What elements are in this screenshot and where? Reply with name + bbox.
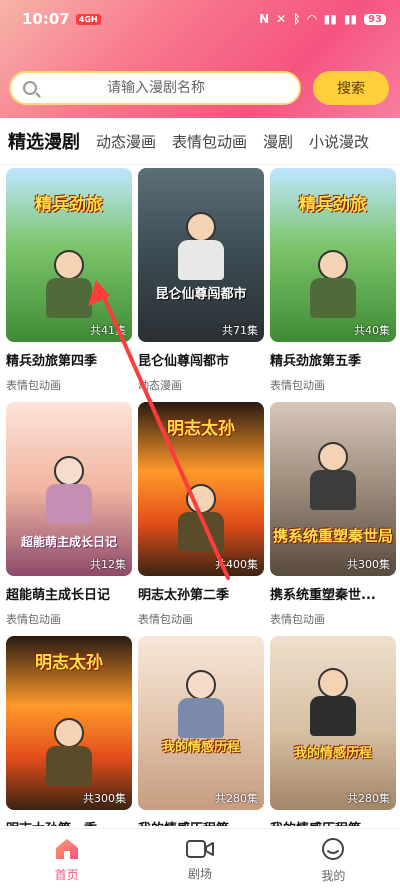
signal-icon: ▮▮ bbox=[323, 12, 337, 26]
drama-card[interactable]: 我的情感历程 共280集 我的情感历程第... bbox=[138, 636, 264, 826]
status-bar: 10:07 4GH N ✕ ᛒ ◠ ▮▮ ▮▮ 93 bbox=[0, 0, 400, 38]
drama-cover[interactable]: 明志太孙 共300集 bbox=[6, 636, 132, 810]
character-figure bbox=[310, 250, 356, 320]
drama-category: 表情包动画 bbox=[6, 613, 61, 626]
nav-label: 我的 bbox=[321, 868, 346, 883]
nfc-icon: N bbox=[259, 12, 270, 26]
cover-title: 昆仑仙尊闯都市 bbox=[155, 287, 247, 302]
drama-title: 超能萌主成长日记 bbox=[6, 588, 111, 603]
drama-grid: 精兵劲旅 共41集 精兵劲旅第四季 表情包动画 昆仑仙尊闯都市 共71集 昆仑仙… bbox=[4, 166, 398, 826]
character-figure bbox=[46, 250, 92, 320]
drama-title: 精兵劲旅第四季 bbox=[6, 354, 98, 369]
search-button[interactable]: 搜索 bbox=[313, 71, 389, 105]
episode-count: 共300集 bbox=[347, 558, 390, 571]
episode-count: 共41集 bbox=[90, 324, 126, 337]
drama-cover[interactable]: 超能萌主成长日记 共12集 bbox=[6, 402, 132, 576]
category-tabs: 精选漫剧 动态漫画 表情包动画 漫剧 小说漫改 bbox=[0, 118, 400, 164]
drama-title: 明志太孙第二季 bbox=[138, 588, 230, 603]
nav-label: 剧场 bbox=[187, 866, 212, 881]
signal-icon: ▮▮ bbox=[343, 12, 358, 26]
drama-card[interactable]: 超能萌主成长日记 共12集 超能萌主成长日记 表情包动画 bbox=[6, 402, 132, 627]
cover-title: 超能萌主成长日记 bbox=[20, 535, 117, 549]
drama-cover[interactable]: 携系统重塑秦世局 共300集 bbox=[270, 402, 396, 576]
search-box[interactable] bbox=[9, 71, 301, 105]
nav-home[interactable]: 首页 bbox=[0, 829, 133, 891]
wifi-icon: ◠ bbox=[307, 12, 317, 26]
bluetooth-icon: ᛒ bbox=[293, 12, 301, 26]
drama-category: 动态漫画 bbox=[138, 379, 182, 392]
drama-card[interactable]: 昆仑仙尊闯都市 共71集 昆仑仙尊闯都市 动态漫画 bbox=[138, 168, 264, 393]
character-figure bbox=[46, 718, 92, 788]
drama-card[interactable]: 我的情感历程 共280集 我的情感历程第... bbox=[270, 636, 396, 826]
status-time: 10:07 bbox=[22, 10, 70, 28]
nav-label: 首页 bbox=[54, 867, 79, 882]
search-bar: 搜索 bbox=[9, 70, 391, 106]
drama-cover[interactable]: 昆仑仙尊闯都市 共71集 bbox=[138, 168, 264, 342]
episode-count: 共300集 bbox=[83, 792, 126, 805]
drama-cover[interactable]: 明志太孙 共400集 bbox=[138, 402, 264, 576]
drama-card[interactable]: 携系统重塑秦世局 共300集 携系统重塑秦世... 表情包动画 bbox=[270, 402, 396, 627]
tab-comic-drama[interactable]: 漫剧 bbox=[263, 131, 293, 152]
drama-cover[interactable]: 我的情感历程 共280集 bbox=[270, 636, 396, 810]
character-figure bbox=[310, 668, 356, 738]
nav-theater[interactable]: 剧场 bbox=[133, 829, 266, 891]
nav-profile[interactable]: 我的 bbox=[267, 829, 400, 891]
character-figure bbox=[46, 456, 92, 526]
home-icon bbox=[55, 838, 78, 859]
search-icon bbox=[23, 81, 37, 95]
drama-category: 表情包动画 bbox=[138, 613, 193, 626]
drama-cover[interactable]: 精兵劲旅 共40集 bbox=[270, 168, 396, 342]
tab-featured[interactable]: 精选漫剧 bbox=[8, 128, 80, 154]
cover-title: 精兵劲旅 bbox=[35, 195, 103, 215]
mute-icon: ✕ bbox=[276, 12, 287, 26]
character-figure bbox=[310, 442, 356, 512]
drama-title: 明志太孙第一季 bbox=[6, 818, 132, 826]
episode-count: 共280集 bbox=[215, 792, 258, 805]
cover-title: 明志太孙 bbox=[167, 419, 235, 439]
episode-count: 共280集 bbox=[347, 792, 390, 805]
drama-category: 表情包动画 bbox=[270, 379, 325, 392]
drama-title: 我的情感历程第... bbox=[138, 818, 264, 826]
drama-card[interactable]: 明志太孙 共300集 明志太孙第一季 bbox=[6, 636, 132, 826]
episode-count: 共71集 bbox=[222, 324, 258, 337]
episode-count: 共40集 bbox=[354, 324, 390, 337]
tab-animated-comics[interactable]: 动态漫画 bbox=[96, 131, 156, 152]
drama-cover[interactable]: 我的情感历程 共280集 bbox=[138, 636, 264, 810]
status-icons: N ✕ ᛒ ◠ ▮▮ ▮▮ 93 bbox=[259, 12, 386, 26]
tab-meme-animation[interactable]: 表情包动画 bbox=[172, 131, 247, 152]
episode-count: 共12集 bbox=[90, 558, 126, 571]
cover-title: 精兵劲旅 bbox=[299, 195, 367, 215]
bottom-navigation: 首页 剧场 我的 bbox=[0, 828, 400, 891]
character-figure bbox=[178, 670, 224, 740]
character-figure bbox=[178, 484, 224, 554]
drama-category: 表情包动画 bbox=[6, 379, 61, 392]
character-figure bbox=[178, 212, 224, 282]
drama-category: 表情包动画 bbox=[270, 613, 325, 626]
tab-divider bbox=[0, 164, 400, 165]
drama-card[interactable]: 精兵劲旅 共40集 精兵劲旅第五季 表情包动画 bbox=[270, 168, 396, 393]
cover-title: 明志太孙 bbox=[35, 653, 103, 673]
drama-cover[interactable]: 精兵劲旅 共41集 bbox=[6, 168, 132, 342]
search-input[interactable] bbox=[107, 80, 267, 96]
network-badge: 4GH bbox=[75, 13, 101, 25]
episode-count: 共400集 bbox=[215, 558, 258, 571]
video-camera-icon bbox=[185, 839, 214, 858]
drama-card[interactable]: 明志太孙 共400集 明志太孙第二季 表情包动画 bbox=[138, 402, 264, 627]
drama-title: 精兵劲旅第五季 bbox=[270, 354, 362, 369]
drama-card[interactable]: 精兵劲旅 共41集 精兵劲旅第四季 表情包动画 bbox=[6, 168, 132, 393]
battery-indicator: 93 bbox=[364, 13, 386, 25]
cover-title: 携系统重塑秦世局 bbox=[272, 527, 393, 545]
drama-title: 昆仑仙尊闯都市 bbox=[138, 354, 230, 369]
drama-title: 我的情感历程第... bbox=[270, 818, 396, 826]
drama-title: 携系统重塑秦世... bbox=[270, 588, 376, 603]
cover-title: 我的情感历程 bbox=[293, 746, 372, 761]
tab-novel-adaptation[interactable]: 小说漫改 bbox=[309, 131, 369, 152]
profile-icon bbox=[322, 837, 345, 860]
